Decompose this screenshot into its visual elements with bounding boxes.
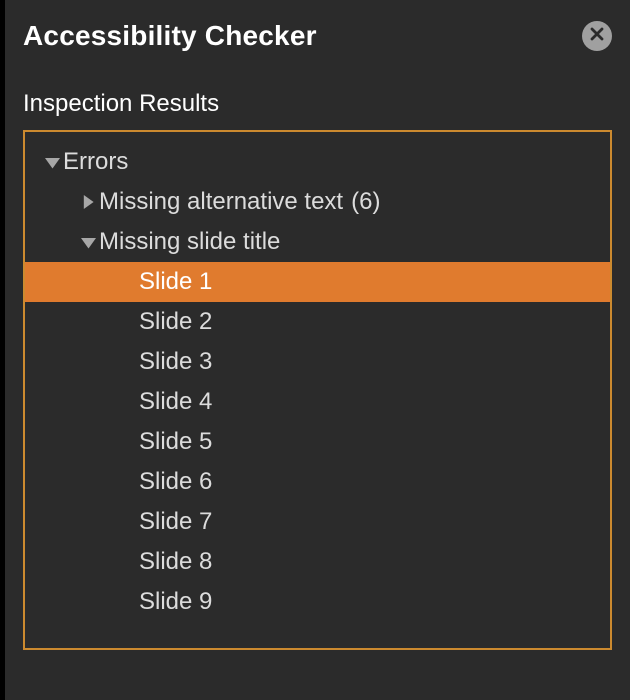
tree-label: Slide 6 bbox=[139, 470, 212, 494]
tree-label: Missing slide title bbox=[99, 230, 280, 254]
chevron-down-icon bbox=[79, 233, 97, 251]
tree-item-slide[interactable]: Slide 5 bbox=[25, 422, 610, 462]
tree-label: Slide 2 bbox=[139, 310, 212, 334]
chevron-right-icon bbox=[79, 193, 97, 211]
tree-label: Slide 8 bbox=[139, 550, 212, 574]
tree-item-slide[interactable]: Slide 9 bbox=[25, 582, 610, 622]
panel-header: Accessibility Checker bbox=[23, 20, 612, 52]
tree-node-errors[interactable]: Errors bbox=[25, 142, 610, 182]
tree-node-missing-slide-title[interactable]: Missing slide title bbox=[25, 222, 610, 262]
panel-title: Accessibility Checker bbox=[23, 20, 317, 52]
tree-label: Slide 1 bbox=[139, 270, 212, 294]
tree-node-missing-alt-text[interactable]: Missing alternative text (6) bbox=[25, 182, 610, 222]
tree-label: Slide 9 bbox=[139, 590, 212, 614]
chevron-down-icon bbox=[43, 153, 61, 171]
tree-item-slide[interactable]: Slide 2 bbox=[25, 302, 610, 342]
tree-item-slide[interactable]: Slide 3 bbox=[25, 342, 610, 382]
item-count: (6) bbox=[351, 188, 380, 216]
tree-label: Slide 7 bbox=[139, 510, 212, 534]
tree-label: Missing alternative text bbox=[99, 190, 343, 214]
tree-label: Slide 3 bbox=[139, 350, 212, 374]
close-button[interactable] bbox=[582, 21, 612, 51]
tree-item-slide[interactable]: Slide 4 bbox=[25, 382, 610, 422]
close-icon bbox=[589, 26, 605, 47]
tree-item-slide[interactable]: Slide 1 bbox=[25, 262, 610, 302]
accessibility-checker-panel: Accessibility Checker Inspection Results… bbox=[5, 0, 630, 700]
tree-item-slide[interactable]: Slide 7 bbox=[25, 502, 610, 542]
results-container: Errors Missing alternative text (6) Miss… bbox=[23, 130, 612, 650]
tree-label: Slide 5 bbox=[139, 430, 212, 454]
tree-label: Errors bbox=[63, 150, 128, 174]
tree-item-slide[interactable]: Slide 8 bbox=[25, 542, 610, 582]
tree-label: Slide 4 bbox=[139, 390, 212, 414]
section-title: Inspection Results bbox=[23, 90, 612, 118]
tree-item-slide[interactable]: Slide 6 bbox=[25, 462, 610, 502]
